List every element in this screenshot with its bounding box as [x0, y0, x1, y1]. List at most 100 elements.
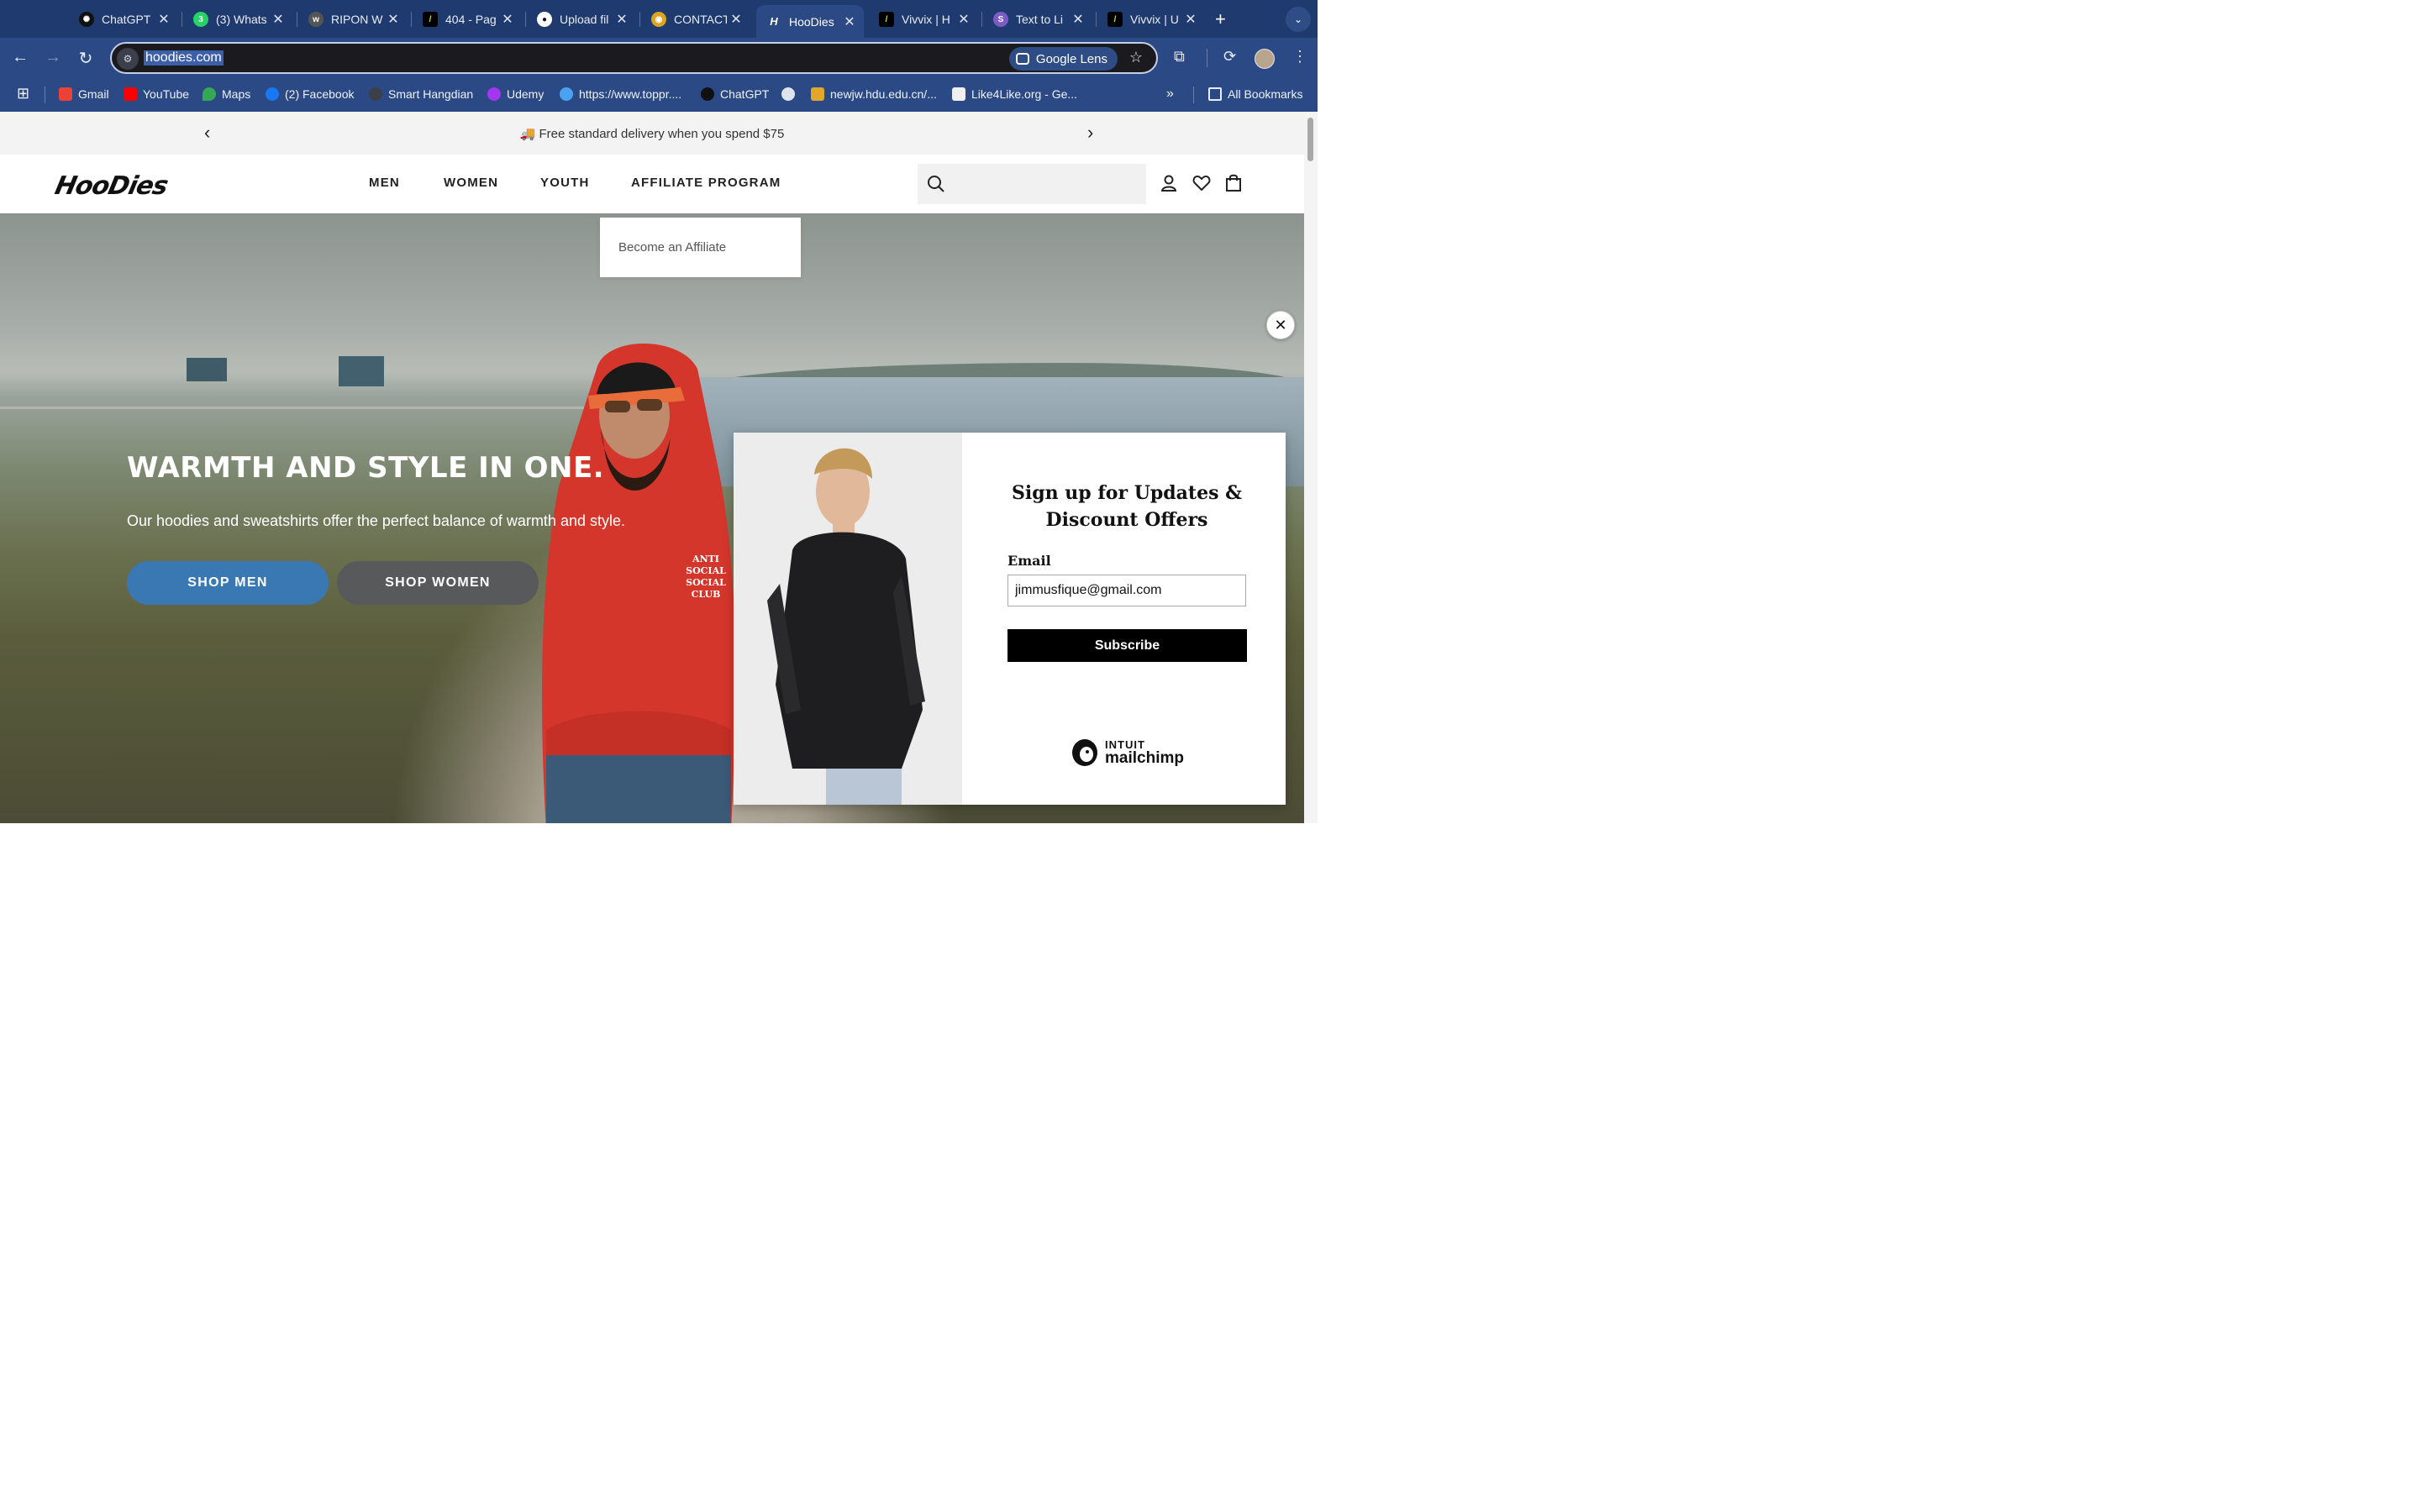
- scrollbar-thumb[interactable]: [1307, 118, 1313, 161]
- url-text[interactable]: hoodies.com: [144, 50, 224, 66]
- bookmark-item[interactable]: Maps: [203, 87, 250, 101]
- chatgpt-icon: ✺: [79, 12, 94, 27]
- browser-tab[interactable]: w RIPON W ✕: [298, 5, 408, 34]
- bookmark-label: newjw.hdu.edu.cn/...: [830, 87, 937, 101]
- tab-title: (3) Whats: [216, 13, 267, 26]
- site-logo[interactable]: HooDies: [52, 171, 170, 201]
- svg-text:ANTI: ANTI: [692, 554, 719, 564]
- ripon-icon: w: [308, 12, 324, 27]
- nav-women[interactable]: WOMEN: [444, 176, 498, 190]
- udemy-icon: [487, 87, 501, 101]
- browser-tab[interactable]: ✺ ChatGPT ✕: [69, 5, 178, 34]
- shop-women-button[interactable]: SHOP WOMEN: [337, 561, 539, 605]
- nav-men[interactable]: MEN: [369, 176, 400, 190]
- close-tab-icon[interactable]: ✕: [1069, 11, 1087, 28]
- bookmark-item[interactable]: [781, 87, 801, 101]
- close-tab-icon[interactable]: ✕: [613, 11, 631, 28]
- bookmark-star-icon[interactable]: ☆: [1129, 49, 1143, 66]
- browser-tab[interactable]: / Vivvix | U ✕: [1097, 5, 1205, 34]
- announcement-prev-chevron-icon[interactable]: ‹: [204, 122, 210, 144]
- back-arrow-icon[interactable]: ←: [10, 48, 30, 67]
- profile-avatar[interactable]: [1255, 49, 1275, 69]
- browser-tab[interactable]: / 404 - Pag ✕: [413, 5, 522, 34]
- gmail-icon: [59, 87, 72, 101]
- hero-subtitle: Our hoodies and sweatshirts offer the pe…: [127, 512, 625, 529]
- close-tab-icon[interactable]: ✕: [840, 13, 859, 30]
- bookmark-label: https://www.toppr....: [579, 87, 682, 101]
- bookmark-item[interactable]: (2) Facebook: [266, 87, 354, 101]
- more-bookmarks-chevron-icon[interactable]: »: [1166, 87, 1174, 102]
- tab-title: CONTACT: [674, 13, 727, 26]
- bookmark-label: (2) Facebook: [285, 87, 355, 101]
- nav-youth[interactable]: YOUTH: [540, 176, 590, 190]
- bookmarks-divider: [1193, 87, 1194, 103]
- web-page: ‹ 🚚 Free standard delivery when you spen…: [0, 112, 1304, 823]
- tab-search-chevron-icon[interactable]: ⌄: [1286, 7, 1311, 32]
- address-bar[interactable]: ⚙ hoodies.com Google Lens ☆: [110, 42, 1158, 74]
- site-info-icon[interactable]: ⚙: [117, 48, 139, 70]
- close-tab-icon[interactable]: ✕: [727, 11, 745, 28]
- browser-tab-active[interactable]: H HooDies ✕: [756, 5, 864, 38]
- folder-icon: [1208, 87, 1222, 101]
- bookmark-item[interactable]: Udemy: [487, 87, 544, 101]
- bookmark-item[interactable]: Gmail: [59, 87, 109, 101]
- bookmark-item[interactable]: newjw.hdu.edu.cn/...: [811, 87, 937, 101]
- browser-tab[interactable]: S Text to Li ✕: [983, 5, 1092, 34]
- mailchimp-freddie-icon: [1072, 739, 1097, 766]
- nav-affiliate-program[interactable]: AFFILIATE PROGRAM: [631, 176, 781, 190]
- close-tab-icon[interactable]: ✕: [269, 11, 287, 28]
- performance-icon[interactable]: ⟳: [1223, 48, 1236, 66]
- shopping-bag-icon[interactable]: [1223, 173, 1244, 193]
- browser-tab[interactable]: ● Upload fil ✕: [527, 5, 636, 34]
- kebab-menu-icon[interactable]: ⋮: [1292, 48, 1307, 66]
- browser-tab[interactable]: ◉ CONTACT ✕: [641, 5, 750, 34]
- apps-grid-icon[interactable]: ⊞: [17, 85, 29, 102]
- shop-men-button[interactable]: SHOP MEN: [127, 561, 329, 605]
- speechify-icon: S: [993, 12, 1008, 27]
- browser-tab[interactable]: / Vivvix | H ✕: [869, 5, 978, 34]
- announcement-next-chevron-icon[interactable]: ›: [1087, 122, 1093, 144]
- bookmark-item[interactable]: https://www.toppr....: [560, 87, 681, 101]
- tab-divider: [981, 12, 982, 27]
- newsletter-popup: Sign up for Updates & Discount Offers Em…: [734, 433, 1286, 805]
- close-tab-icon[interactable]: ✕: [1181, 11, 1200, 28]
- popup-close-icon[interactable]: ✕: [1266, 311, 1295, 339]
- bookmark-item[interactable]: Like4Like.org - Ge...: [952, 87, 1077, 101]
- thumbs-up-icon: [952, 87, 965, 101]
- email-label: Email: [1007, 553, 1051, 569]
- bookmark-label: Gmail: [78, 87, 109, 101]
- wishlist-heart-icon[interactable]: [1192, 173, 1212, 193]
- all-bookmarks-button[interactable]: All Bookmarks: [1208, 87, 1302, 101]
- email-input[interactable]: [1007, 575, 1246, 606]
- bookmark-item[interactable]: ChatGPT: [701, 87, 769, 101]
- bookmark-item[interactable]: Smart Hangdian: [369, 87, 473, 101]
- browser-tab[interactable]: 3 (3) Whats ✕: [183, 5, 292, 34]
- github-icon: ●: [537, 12, 552, 27]
- become-affiliate-link[interactable]: Become an Affiliate: [618, 240, 726, 255]
- hero-model-red-hoodie: ANTI SOCIAL SOCIAL CLUB: [542, 344, 735, 823]
- upload-arrow-icon: [560, 87, 573, 101]
- forward-arrow-icon[interactable]: →: [43, 48, 63, 67]
- bookmark-item[interactable]: YouTube: [124, 87, 189, 101]
- subscribe-button[interactable]: Subscribe: [1007, 629, 1247, 662]
- close-tab-icon[interactable]: ✕: [498, 11, 517, 28]
- vivvix-icon: /: [423, 12, 438, 27]
- close-tab-icon[interactable]: ✕: [955, 11, 973, 28]
- tab-title: 404 - Pag: [445, 13, 497, 26]
- tab-divider: [639, 12, 640, 27]
- close-tab-icon[interactable]: ✕: [155, 11, 173, 28]
- hero-banner: ANTI SOCIAL SOCIAL CLUB WARMTH AND STYLE…: [0, 213, 1304, 823]
- new-tab-plus-icon[interactable]: +: [1215, 8, 1226, 30]
- page-scrollbar[interactable]: [1304, 112, 1318, 823]
- account-user-icon[interactable]: [1159, 173, 1179, 193]
- mailchimp-logo[interactable]: INTUIT mailchimp: [1070, 736, 1184, 768]
- hero-house: [187, 358, 227, 381]
- reload-icon[interactable]: ↻: [76, 48, 96, 69]
- svg-text:CLUB: CLUB: [692, 589, 721, 600]
- tab-divider: [411, 12, 412, 27]
- google-lens-button[interactable]: Google Lens: [1008, 47, 1118, 71]
- close-tab-icon[interactable]: ✕: [384, 11, 402, 28]
- bookmark-label: Like4Like.org - Ge...: [971, 87, 1078, 101]
- extensions-puzzle-icon[interactable]: ⧉: [1174, 48, 1185, 66]
- site-search-input[interactable]: [918, 164, 1146, 204]
